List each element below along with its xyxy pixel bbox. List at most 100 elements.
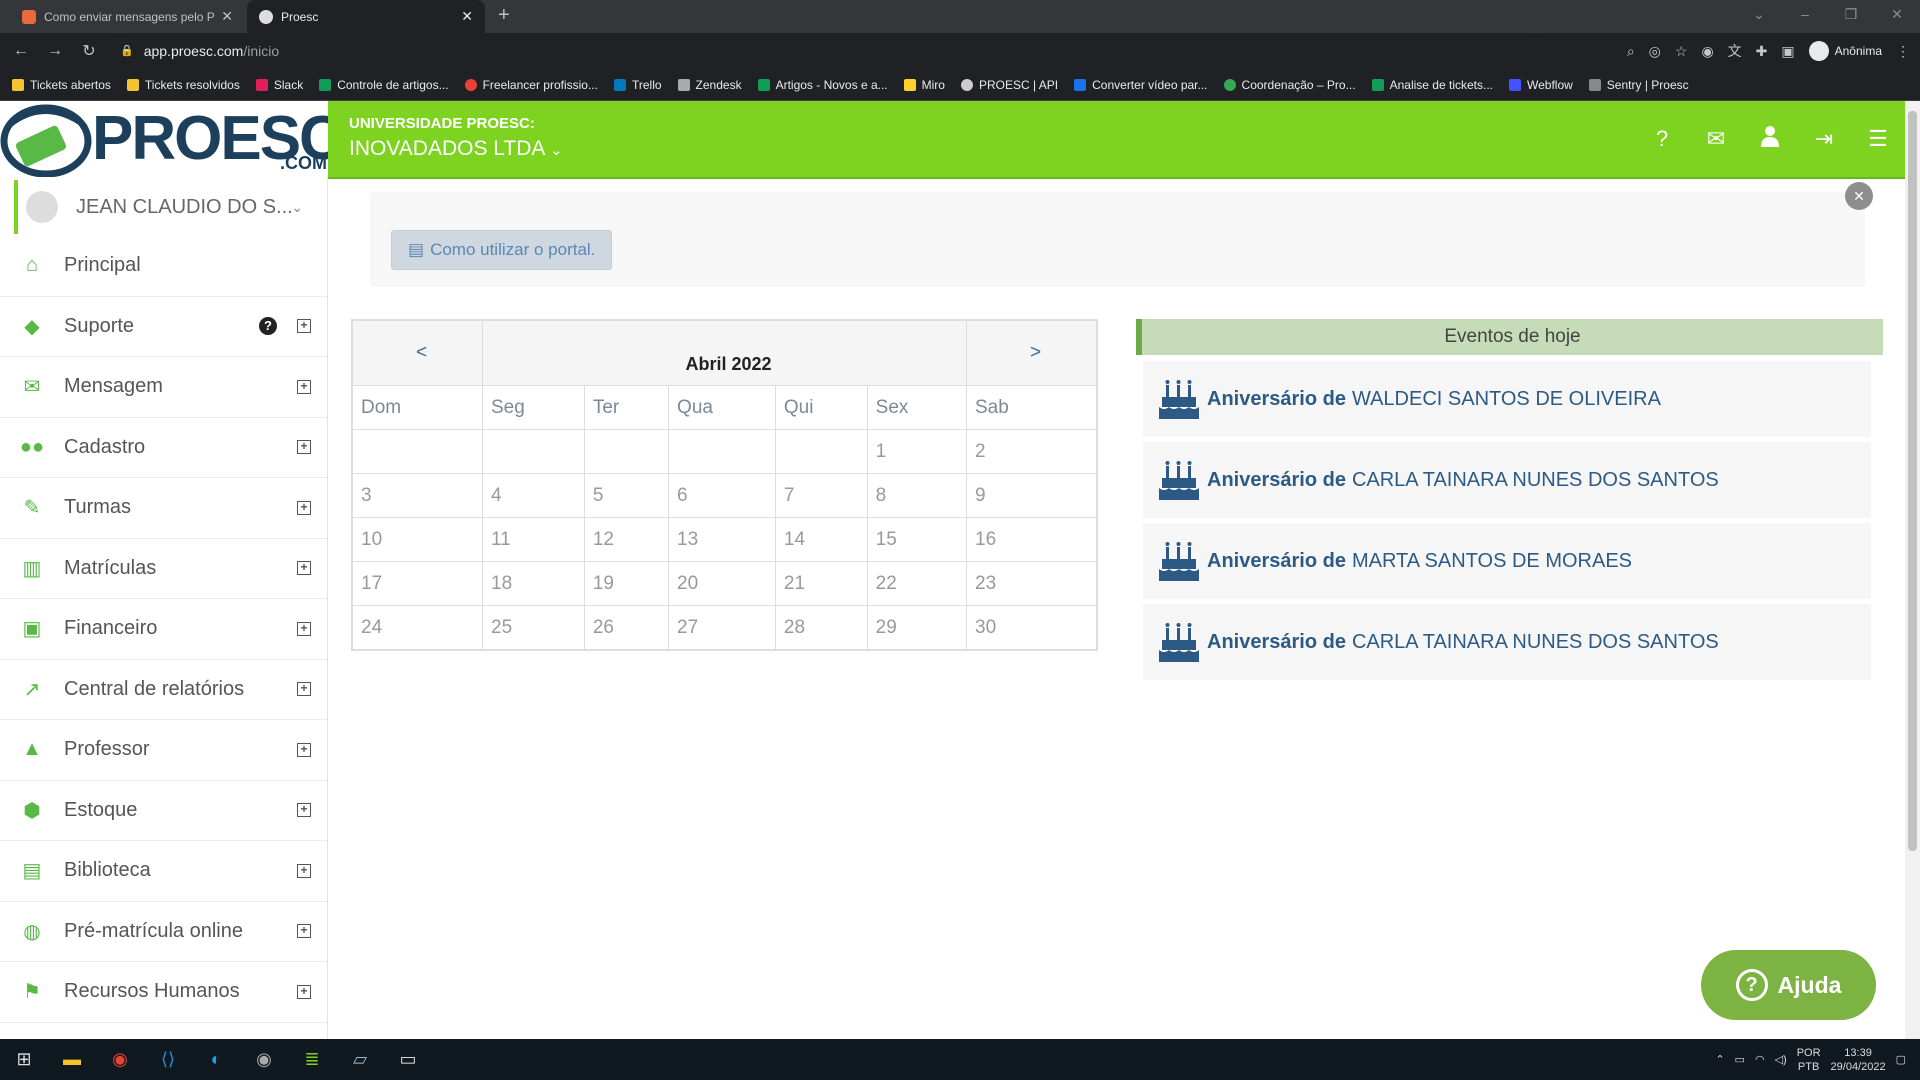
sidebar-item-matriculas[interactable]: ▥ Matrículas + xyxy=(0,539,327,599)
calendar-day[interactable]: 27 xyxy=(668,605,776,650)
expand-icon[interactable]: + xyxy=(297,379,311,394)
question-icon[interactable]: ? xyxy=(1635,126,1689,152)
calendar-day[interactable]: 28 xyxy=(774,605,868,650)
battery-icon[interactable]: ▭ xyxy=(1735,1053,1745,1066)
calendar-day[interactable]: 16 xyxy=(966,517,1097,562)
sidebar-item-financeiro[interactable]: ▣ Financeiro + xyxy=(0,599,327,660)
events-scrollbar[interactable] xyxy=(1869,361,1879,811)
edge-icon[interactable]: ◐ xyxy=(192,1049,240,1070)
calendar-day[interactable]: 11 xyxy=(482,517,585,562)
calendar-day[interactable]: 8 xyxy=(866,473,968,518)
expand-icon[interactable]: + xyxy=(297,682,311,697)
page-scrollbar[interactable] xyxy=(1905,101,1920,1039)
prev-month-button[interactable]: < xyxy=(352,320,483,386)
tab-search-icon[interactable]: ⌄ xyxy=(1736,0,1782,33)
expand-icon[interactable]: + xyxy=(297,561,311,576)
close-panel-icon[interactable]: ✕ xyxy=(1845,182,1873,210)
calendar-day[interactable]: 26 xyxy=(583,605,670,650)
calendar-day[interactable]: 3 xyxy=(352,473,483,518)
browser-tab-1[interactable]: Como enviar mensagens pelo Pr ✕ xyxy=(10,0,245,33)
calendar-day[interactable]: 17 xyxy=(352,561,483,606)
envelope-icon[interactable]: ✉ xyxy=(1689,126,1743,152)
bookmark[interactable]: Tickets abertos xyxy=(12,78,111,92)
sidebar-item-relatorios[interactable]: ↗ Central de relatórios + xyxy=(0,660,327,720)
bookmark[interactable]: Analise de tickets... xyxy=(1371,78,1493,92)
back-icon[interactable]: ← xyxy=(8,42,34,60)
calendar-day[interactable]: 22 xyxy=(866,561,968,606)
chrome-profile-icon[interactable]: ◉ xyxy=(240,1049,288,1070)
close-tab-icon[interactable]: ✕ xyxy=(461,8,473,25)
bookmark[interactable]: Slack xyxy=(255,78,303,92)
calendar-day[interactable]: 12 xyxy=(583,517,670,562)
bookmark[interactable]: PROESC | API xyxy=(960,78,1058,92)
calendar-day[interactable]: 30 xyxy=(966,605,1097,650)
expand-icon[interactable]: + xyxy=(297,500,311,515)
calendar-day[interactable]: 13 xyxy=(668,517,776,562)
wifi-icon[interactable]: ◠ xyxy=(1755,1053,1765,1066)
app-stack-icon[interactable]: ≣ xyxy=(288,1049,336,1070)
calendar-day[interactable]: 5 xyxy=(583,473,670,518)
tracking-off-icon[interactable]: ◎ xyxy=(1649,43,1661,60)
expand-icon[interactable]: + xyxy=(297,984,311,999)
calendar-day[interactable]: 6 xyxy=(668,473,776,518)
scrollbar-thumb[interactable] xyxy=(1908,111,1917,851)
extension-icon[interactable]: ◉ xyxy=(1701,43,1713,60)
notes-icon[interactable]: ▱ xyxy=(336,1049,384,1070)
minimize-icon[interactable]: – xyxy=(1782,0,1828,33)
calendar-day[interactable]: 23 xyxy=(966,561,1097,606)
bookmark[interactable]: Sentry | Proesc xyxy=(1588,78,1689,92)
expand-icon[interactable]: + xyxy=(297,621,311,636)
close-window-icon[interactable]: ✕ xyxy=(1874,0,1920,33)
file-explorer-icon[interactable]: ▬ xyxy=(48,1049,96,1070)
help-circle-icon[interactable]: ? xyxy=(259,317,277,336)
expand-icon[interactable]: + xyxy=(297,803,311,818)
next-month-button[interactable]: > xyxy=(966,320,1097,386)
calendar-day[interactable]: 9 xyxy=(966,473,1097,518)
expand-icon[interactable]: + xyxy=(297,440,311,455)
close-tab-icon[interactable]: ✕ xyxy=(221,8,233,25)
user-menu[interactable]: JEAN CLAUDIO DO S... ⌄ xyxy=(14,180,313,234)
expand-icon[interactable]: + xyxy=(297,924,311,939)
clock[interactable]: 13:39 29/04/2022 xyxy=(1831,1046,1886,1074)
sidebar-item-suporte[interactable]: ◆ Suporte? + xyxy=(0,297,327,357)
sidebar-item-mensagem[interactable]: ✉ Mensagem + xyxy=(0,357,327,418)
puzzle-icon[interactable]: ✚ xyxy=(1756,43,1768,60)
sidebar-item-cadastro[interactable]: ●● Cadastro + xyxy=(0,418,327,478)
calendar-day[interactable]: 20 xyxy=(668,561,776,606)
tray-chevron-icon[interactable]: ⌃ xyxy=(1715,1053,1724,1066)
calendar-day[interactable]: 14 xyxy=(774,517,868,562)
address-bar[interactable]: 🔒 app.proesc.com/inicio xyxy=(108,36,1548,65)
sidebar-item-principal[interactable]: ⌂ Principal xyxy=(0,236,327,297)
portal-help-button[interactable]: ▤ Como utilizar o portal. xyxy=(391,230,613,270)
language-indicator[interactable]: POR PTB xyxy=(1797,1046,1821,1074)
new-tab-icon[interactable]: + xyxy=(498,4,510,27)
sidebar-item-estoque[interactable]: ⬢ Estoque + xyxy=(0,781,327,841)
company-selector[interactable]: INOVADADOS LTDA ⌄ xyxy=(349,137,563,161)
chrome-icon[interactable]: ◉ xyxy=(96,1049,144,1070)
calendar-day[interactable]: 25 xyxy=(482,605,585,650)
expand-icon[interactable]: + xyxy=(297,863,311,878)
calendar-day[interactable]: 7 xyxy=(774,473,868,518)
volume-icon[interactable]: ◁) xyxy=(1775,1053,1787,1066)
bookmark[interactable]: Zendesk xyxy=(677,78,742,92)
restore-icon[interactable]: ❐ xyxy=(1828,0,1874,33)
incognito-profile[interactable]: Anônima xyxy=(1808,41,1882,61)
sidebar-item-recursos-humanos[interactable]: ⚑ Recursos Humanos + xyxy=(0,962,327,1023)
bookmark[interactable]: Trello xyxy=(613,78,662,92)
sidebar-item-biblioteca[interactable]: ▤ Biblioteca + xyxy=(0,841,327,902)
sidebar-item-turmas[interactable]: ✎ Turmas + xyxy=(0,478,327,539)
calendar-day[interactable]: 24 xyxy=(352,605,483,650)
calendar-day[interactable]: 10 xyxy=(352,517,483,562)
hamburger-icon[interactable]: ☰ xyxy=(1851,126,1905,152)
bookmark[interactable]: Webflow xyxy=(1509,78,1573,92)
star-icon[interactable]: ☆ xyxy=(1675,43,1688,60)
screen-app-icon[interactable]: ▭ xyxy=(384,1049,432,1070)
translate-icon[interactable]: 文 xyxy=(1728,41,1742,61)
help-button[interactable]: ? Ajuda xyxy=(1701,950,1876,1020)
bookmark[interactable]: Coordenação – Pro... xyxy=(1223,78,1356,92)
bookmark[interactable]: Miro xyxy=(903,78,945,92)
calendar-day[interactable]: 2 xyxy=(966,429,1097,474)
bookmark[interactable]: Tickets resolvidos xyxy=(126,78,240,92)
bookmark[interactable]: Controle de artigos... xyxy=(319,78,449,92)
forward-icon[interactable]: → xyxy=(42,42,68,60)
